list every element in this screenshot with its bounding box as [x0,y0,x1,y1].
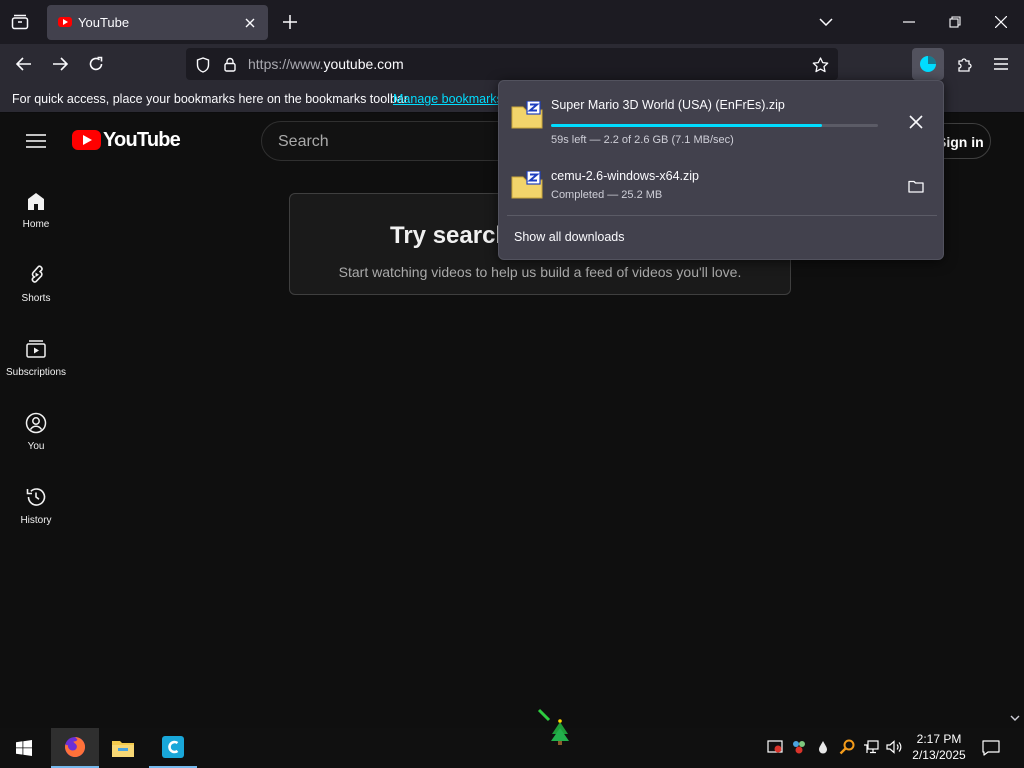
menu-hamburger-icon[interactable] [990,53,1012,75]
windows-logo-icon [16,740,32,756]
tab-youtube[interactable]: YouTube [47,5,268,40]
download-progress-fill [551,124,823,127]
sign-in-label: Sign in [937,134,984,150]
youtube-logo-icon [72,130,101,150]
start-button[interactable] [0,728,48,768]
sidebar-item-subscriptions[interactable]: Subscriptions [0,323,72,397]
manage-bookmarks-link[interactable]: Manage bookmarks [393,92,503,106]
download-progress-icon [920,56,936,72]
show-in-folder-icon[interactable] [905,175,927,197]
download-item[interactable]: cemu-2.6-windows-x64.zip Completed — 25.… [505,151,937,215]
close-window-icon[interactable] [990,12,1012,32]
sidebar-item-label: History [20,515,52,526]
tray-security-icon[interactable] [766,738,784,756]
reload-icon[interactable] [84,53,108,75]
download-status: Completed — 25.2 MB [551,189,663,201]
notification-center-icon[interactable] [980,738,1002,758]
network-icon[interactable] [862,738,880,756]
taskbar-firefox[interactable] [51,728,99,768]
search-placeholder: Search [278,133,329,150]
download-filename: cemu-2.6-windows-x64.zip [551,169,699,183]
file-explorer-folder-icon [112,741,134,757]
taskbar-file-explorer[interactable] [99,728,147,768]
new-tab-icon[interactable] [280,12,300,32]
tray-search-key-icon[interactable] [838,738,856,756]
zip-archive-icon [511,171,543,199]
back-arrow-icon[interactable] [12,53,36,75]
tab-bar: YouTube [0,0,1024,44]
address-bar[interactable]: https://www.youtube.com [186,48,838,80]
url-domain: youtube.com [323,56,404,72]
empty-feed-subtitle: Start watching videos to help us build a… [338,264,742,280]
sidebar-item-you[interactable]: You [0,397,72,471]
download-progress-bar [551,124,878,127]
forward-arrow-icon[interactable] [48,53,72,75]
youtube-logo-text: YouTube [103,129,181,151]
history-icon [26,488,46,506]
restore-window-icon[interactable] [944,12,966,32]
youtube-favicon-icon [58,17,72,27]
bookmarks-message: For quick access, place your bookmarks h… [12,92,411,106]
sidebar-item-label: Subscriptions [5,367,67,378]
download-item[interactable]: Super Mario 3D World (USA) (EnFrEs).zip … [505,87,937,151]
tray-drop-icon[interactable] [814,738,832,756]
cancel-download-close-icon[interactable] [905,111,927,133]
cemu-app-icon [162,736,184,758]
lock-icon[interactable] [222,55,238,73]
scroll-down-chevron-icon[interactable] [1008,711,1022,725]
sidebar-item-history[interactable]: History [0,471,72,545]
firefox-icon [65,736,86,757]
sidebar-item-shorts[interactable]: Shorts [0,249,72,323]
sidebar-item-label: Home [22,219,50,230]
search-input[interactable]: Search [261,121,521,161]
url-prefix: https://www. [248,56,324,72]
home-icon [28,193,44,210]
you-icon [25,412,47,434]
shorts-icon [31,265,43,283]
downloads-panel: Super Mario 3D World (USA) (EnFrEs).zip … [498,80,944,260]
tray-app-icon[interactable] [790,738,808,756]
download-filename: Super Mario 3D World (USA) (EnFrEs).zip [551,98,785,112]
url-text[interactable]: https://www.youtube.com [248,56,404,72]
tab-overview-icon[interactable] [8,11,32,33]
taskbar-app-c[interactable] [149,728,197,768]
clock-date: 2/13/2025 [912,748,966,762]
sidebar-item-label: Shorts [21,293,51,304]
sidebar-item-home[interactable]: Home [0,175,72,249]
mouse-cursor-tree-icon [537,708,569,745]
sidebar-item-label: You [27,441,45,452]
guide-menu-icon[interactable] [24,131,48,151]
subscriptions-icon [26,340,46,358]
downloads-button[interactable] [912,48,944,80]
zip-archive-icon [511,101,543,129]
minimize-window-icon[interactable] [898,12,920,32]
show-all-downloads-button[interactable]: Show all downloads [514,230,625,244]
downloads-divider [507,215,937,216]
tab-title: YouTube [78,15,130,30]
tracking-protection-shield-icon[interactable] [194,56,212,74]
clock-time: 2:17 PM [916,732,962,746]
bookmark-star-icon[interactable] [810,55,830,75]
download-status: 59s left — 2.2 of 2.6 GB (7.1 MB/sec) [551,134,734,146]
list-all-tabs-chevron-down-icon[interactable] [816,12,836,32]
taskbar-clock[interactable]: 2:17 PM 2/13/2025 [900,731,978,763]
windows-taskbar: 2:17 PM 2/13/2025 [0,708,1024,768]
extensions-puzzle-icon[interactable] [954,53,976,75]
navigation-toolbar: https://www.youtube.com [0,44,1024,84]
close-tab-icon[interactable] [241,14,259,32]
